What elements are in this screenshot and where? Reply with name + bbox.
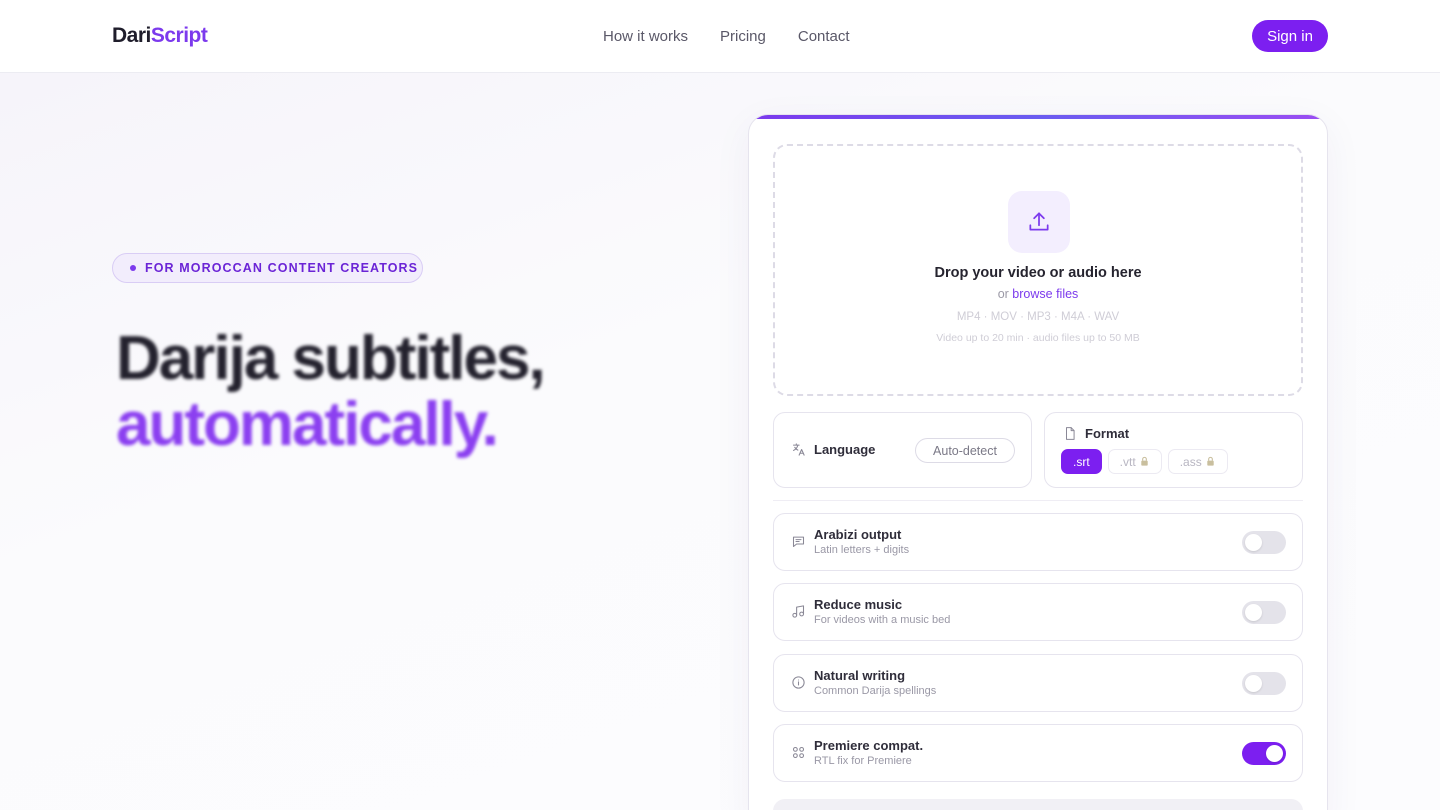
main-nav: How it works Pricing Contact: [603, 28, 850, 45]
file-drop-zone[interactable]: Drop your video or audio here or browse …: [773, 144, 1303, 396]
toggle-knob: [1245, 675, 1262, 692]
badge-dot: [130, 265, 136, 271]
reduce-music-toggle[interactable]: [1242, 601, 1286, 624]
format-chip-vtt[interactable]: .vtt: [1107, 449, 1162, 474]
music-icon: [791, 604, 806, 624]
upload-icon: [1008, 191, 1070, 253]
nav-link-pricing[interactable]: Pricing: [720, 28, 766, 45]
format-chip-ass-label: .ass: [1179, 454, 1202, 469]
drop-zone-title: Drop your video or audio here: [934, 265, 1142, 281]
chat-icon: [791, 534, 806, 554]
supported-formats: MP4 · MOV · MP3 · M4A · WAV: [956, 311, 1120, 323]
format-chip-srt-label: .srt: [1073, 454, 1090, 469]
option-natural-writing: Natural writing Common Darija spellings: [773, 654, 1303, 712]
hero-headline: Darija subtitles, automatically.: [116, 324, 546, 459]
section-divider: [773, 500, 1303, 501]
option-premiere-compat: Premiere compat. RTL fix for Premiere: [773, 724, 1303, 782]
language-label: Language: [814, 442, 876, 457]
option-title: Arabizi output: [814, 527, 902, 542]
logo-text-dari: Dari: [112, 24, 151, 47]
toggle-knob: [1245, 534, 1262, 551]
format-chip-srt[interactable]: .srt: [1061, 449, 1102, 474]
option-subtitle: RTL fix for Premiere: [814, 755, 912, 767]
nav-link-contact[interactable]: Contact: [798, 28, 850, 45]
translate-icon: [791, 442, 806, 462]
format-panel: Format .srt .vtt .ass: [1044, 412, 1303, 488]
info-icon: [791, 675, 806, 695]
format-options: .srt .vtt .ass: [1061, 449, 1228, 474]
option-reduce-music: Reduce music For videos with a music bed: [773, 583, 1303, 641]
sign-in-button[interactable]: Sign in: [1252, 20, 1328, 52]
top-nav-bar: DariScript How it works Pricing Contact …: [0, 0, 1440, 73]
grid-icon: [791, 745, 806, 765]
option-title: Natural writing: [814, 668, 906, 683]
nav-link-how-it-works[interactable]: How it works: [603, 28, 688, 45]
logo-text-script: Script: [150, 24, 208, 47]
badge-text: FOR MOROCCAN CONTENT CREATORS: [145, 261, 419, 275]
option-subtitle: Common Darija spellings: [814, 685, 937, 697]
language-select[interactable]: Auto-detect: [915, 438, 1015, 463]
premiere-compat-toggle[interactable]: [1242, 742, 1286, 765]
arabizi-toggle[interactable]: [1242, 531, 1286, 554]
language-panel: Language Auto-detect: [773, 412, 1032, 488]
headline-line-1: Darija subtitles,: [116, 324, 546, 393]
audience-badge: FOR MOROCCAN CONTENT CREATORS: [112, 253, 423, 283]
format-chip-vtt-label: .vtt: [1119, 454, 1136, 469]
generate-button[interactable]: [773, 799, 1303, 810]
format-label: Format: [1085, 426, 1130, 441]
toggle-knob: [1266, 745, 1283, 762]
lock-icon: [1206, 456, 1214, 466]
option-subtitle: Latin letters + digits: [814, 544, 910, 556]
option-title: Reduce music: [814, 597, 903, 612]
option-arabizi: Arabizi output Latin letters + digits: [773, 513, 1303, 571]
format-chip-ass[interactable]: .ass: [1167, 449, 1228, 474]
drop-zone-subtitle: or browse files: [775, 287, 1301, 301]
browse-files-link[interactable]: browse files: [1012, 287, 1078, 301]
headline-line-2: automatically.: [116, 390, 499, 459]
option-title: Premiere compat.: [814, 738, 924, 753]
logo[interactable]: DariScript: [112, 24, 208, 48]
card-accent-line: [749, 115, 1327, 119]
lock-icon: [1140, 456, 1148, 466]
file-limits: Video up to 20 min · audio files up to 5…: [936, 332, 1140, 344]
upload-card: Drop your video or audio here or browse …: [748, 114, 1328, 810]
toggle-knob: [1245, 604, 1262, 621]
option-subtitle: For videos with a music bed: [814, 614, 951, 626]
or-text: or: [997, 287, 1009, 301]
file-icon: [1063, 426, 1077, 446]
natural-writing-toggle[interactable]: [1242, 672, 1286, 695]
